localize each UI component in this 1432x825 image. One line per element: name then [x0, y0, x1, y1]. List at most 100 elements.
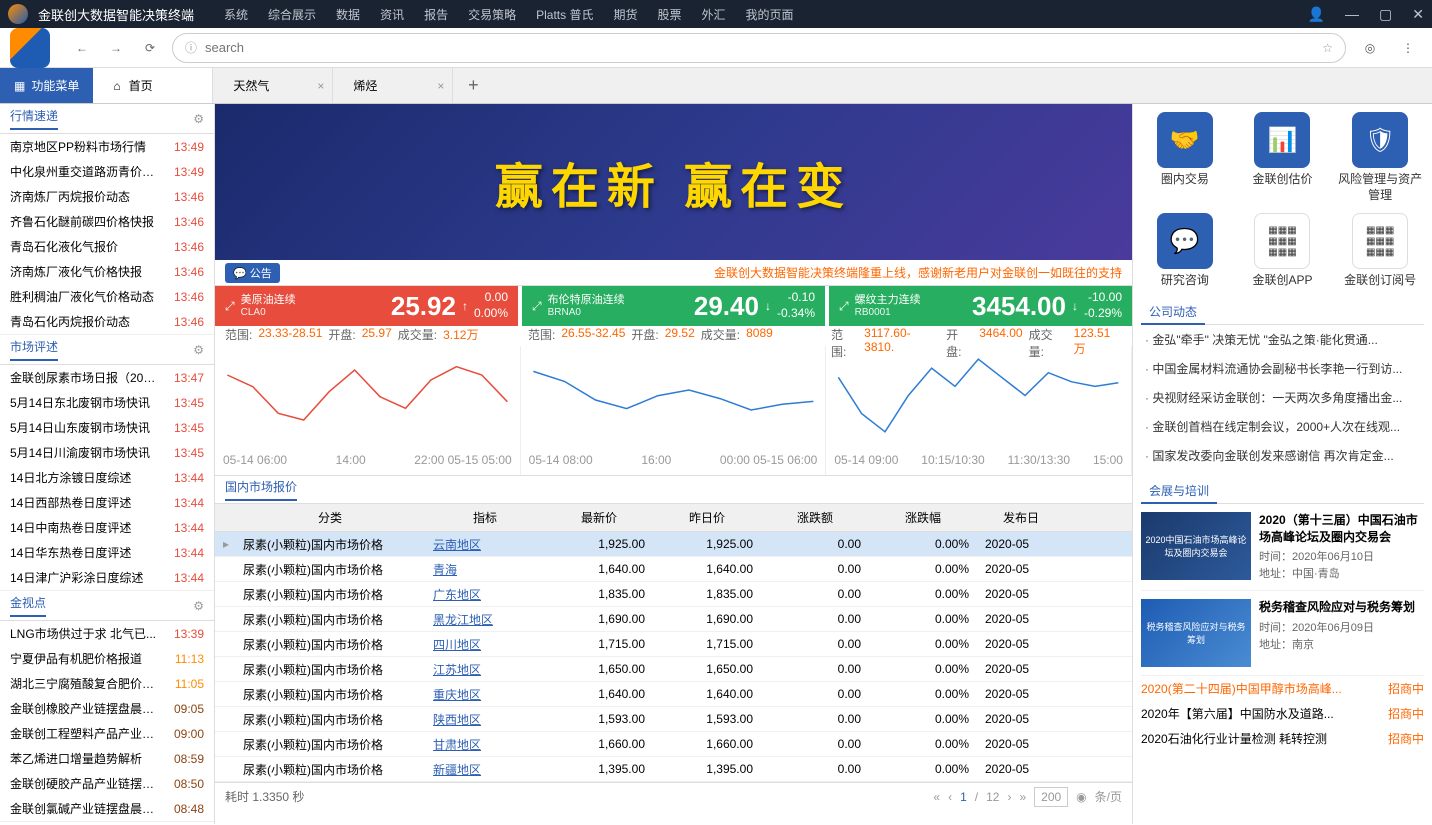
table-row[interactable]: 尿素(小颗粒)国内市场价格甘肃地区1,660.001,660.000.000.0… [215, 732, 1132, 757]
price-chart[interactable]: 05-14 08:0016:0000:00 05-15 06:00 [521, 346, 827, 475]
menu-item[interactable]: 数据 [336, 6, 360, 23]
company-news-tab[interactable]: 公司动态 [1141, 301, 1205, 325]
search-box[interactable]: ⓘ ☆ [172, 33, 1346, 63]
sidebar-item[interactable]: 14日华东热卷日度评述13:44 [0, 540, 214, 565]
quote-card[interactable]: ⤢美原油连续CLA025.92↑0.000.00% [215, 286, 518, 326]
sidebar-item[interactable]: 金联创硬胶产品产业链摆盘...08:50 [0, 771, 214, 796]
table-row[interactable]: 尿素(小颗粒)国内市场价格广东地区1,835.001,835.000.000.0… [215, 582, 1132, 607]
gear-icon[interactable]: ⚙ [193, 112, 204, 126]
menu-item[interactable]: Platts 普氏 [536, 6, 593, 23]
menu-item[interactable]: 交易策略 [468, 6, 516, 23]
announce-text[interactable]: 金联创大数据智能决策终端隆重上线，感谢新老用户对金联创一如既往的支持 [714, 264, 1122, 281]
cell-indicator-link[interactable]: 陕西地区 [433, 713, 481, 727]
table-row[interactable]: 尿素(小颗粒)国内市场价格新疆地区1,395.001,395.000.000.0… [215, 757, 1132, 782]
cell-indicator-link[interactable]: 甘肃地区 [433, 738, 481, 752]
new-tab-button[interactable]: + [453, 68, 493, 103]
gear-icon[interactable]: ⚙ [193, 343, 204, 357]
sidebar-item[interactable]: 湖北三宁腐殖酸复合肥价格...11:05 [0, 671, 214, 696]
sidebar-item[interactable]: 济南炼厂丙烷报价动态13:46 [0, 184, 214, 209]
price-chart[interactable]: 05-14 09:0010:15/10:3011:30/13:3015:00 [826, 346, 1132, 475]
table-row[interactable]: 尿素(小颗粒)国内市场价格青海1,640.001,640.000.000.00%… [215, 557, 1132, 582]
price-chart[interactable]: 05-14 06:0014:0022:00 05-15 05:00 [215, 346, 521, 475]
sidebar-item[interactable]: 14日津广沪彩涂日度综述13:44 [0, 565, 214, 590]
gear-icon[interactable]: ⚙ [193, 599, 204, 613]
expand-icon[interactable]: ⤢ [225, 299, 235, 314]
quote-card[interactable]: ⤢螺纹主力连续RB00013454.00↓-10.00-0.29% [829, 286, 1132, 326]
cell-indicator-link[interactable]: 新疆地区 [433, 763, 481, 777]
sidebar-item[interactable]: 金联创尿素市场日报（202...13:47 [0, 365, 214, 390]
table-row[interactable]: ▸尿素(小颗粒)国内市场价格云南地区1,925.001,925.000.000.… [215, 532, 1132, 557]
sidebar-item[interactable]: 宁夏伊品有机肥价格报道11:13 [0, 646, 214, 671]
table-row[interactable]: 尿素(小颗粒)国内市场价格江苏地区1,650.001,650.000.000.0… [215, 657, 1132, 682]
back-button[interactable]: ← [70, 36, 94, 60]
company-news-item[interactable]: 金弘"牵手" 决策无忧 "金弘之策·能化贯通... [1141, 325, 1424, 354]
table-row[interactable]: 尿素(小颗粒)国内市场价格陕西地区1,593.001,593.000.000.0… [215, 707, 1132, 732]
page-first[interactable]: « [933, 790, 940, 804]
menu-item[interactable]: 股票 [657, 6, 681, 23]
sidebar-item[interactable]: 苯乙烯进口增量趋势解析08:59 [0, 746, 214, 771]
sidebar-item[interactable]: 5月14日东北废钢市场快讯13:45 [0, 390, 214, 415]
company-news-item[interactable]: 国家发改委向金联创发来感谢信 再次肯定金... [1141, 441, 1424, 470]
menu-item[interactable]: 期货 [613, 6, 637, 23]
events-tab[interactable]: 会展与培训 [1141, 480, 1217, 504]
sidebar-item[interactable]: 中化泉州重交道路沥青价格...13:49 [0, 159, 214, 184]
page-prev[interactable]: ‹ [948, 790, 952, 804]
event-row[interactable]: 2020年【第六届】中国防水及道路...招商中 [1141, 701, 1424, 726]
sidebar-section-title[interactable]: 金视点 [10, 594, 46, 617]
maximize-button[interactable]: ▢ [1379, 6, 1392, 23]
sidebar-item[interactable]: 5月14日川渝废钢市场快讯13:45 [0, 440, 214, 465]
tab-close-icon[interactable]: × [437, 79, 444, 93]
event-row[interactable]: 2020石油化行业计量检测 耗转控测招商中 [1141, 726, 1424, 751]
sidebar-item[interactable]: 胜利稠油厂液化气价格动态13:46 [0, 284, 214, 309]
menu-item[interactable]: 综合展示 [268, 6, 316, 23]
sidebar-item[interactable]: 金联创工程塑料产品产业链...09:00 [0, 721, 214, 746]
tab[interactable]: ⌂首页 [93, 68, 213, 103]
cell-indicator-link[interactable]: 云南地区 [433, 538, 481, 552]
expand-icon[interactable]: ⤢ [839, 299, 849, 314]
tab[interactable]: 烯烃× [333, 68, 453, 103]
table-row[interactable]: 尿素(小颗粒)国内市场价格重庆地区1,640.001,640.000.000.0… [215, 682, 1132, 707]
company-news-item[interactable]: 央视财经采访金联创：一天两次多角度播出金... [1141, 383, 1424, 412]
company-news-item[interactable]: 金联创首档在线定制会议，2000+人次在线观... [1141, 412, 1424, 441]
table-row[interactable]: 尿素(小颗粒)国内市场价格四川地区1,715.001,715.000.000.0… [215, 632, 1132, 657]
sidebar-item[interactable]: 金联创橡胶产业链摆盘晨读...09:05 [0, 696, 214, 721]
menu-item[interactable]: 资讯 [380, 6, 404, 23]
sidebar-item[interactable]: 南京地区PP粉料市场行情13:49 [0, 134, 214, 159]
bookmark-icon[interactable]: ☆ [1322, 41, 1333, 55]
menu-item[interactable]: 系统 [224, 6, 248, 23]
menu-item[interactable]: 我的页面 [746, 6, 794, 23]
sidebar-item[interactable]: 14日中南热卷日度评述13:44 [0, 515, 214, 540]
close-button[interactable]: ✕ [1412, 6, 1424, 23]
event-card[interactable]: 税务稽查风险应对与税务筹划税务稽查风险应对与税务筹划时间：2020年06月09日… [1141, 591, 1424, 676]
company-news-item[interactable]: 中国金属材料流通协会副秘书长李艳一行到访... [1141, 354, 1424, 383]
tab-close-icon[interactable]: × [317, 79, 324, 93]
sidebar-item[interactable]: LNG市场供过于求 北气已...13:39 [0, 621, 214, 646]
cell-indicator-link[interactable]: 江苏地区 [433, 663, 481, 677]
user-icon[interactable]: 👤 [1308, 6, 1325, 23]
page-size[interactable]: 200 [1034, 787, 1068, 807]
service-card[interactable]: 🤝圈内交易 [1142, 112, 1228, 203]
cell-indicator-link[interactable]: 四川地区 [433, 638, 481, 652]
table-row[interactable]: 尿素(小颗粒)国内市场价格黑龙江地区1,690.001,690.000.000.… [215, 607, 1132, 632]
sidebar-item[interactable]: 济南炼厂液化气价格快报13:46 [0, 259, 214, 284]
more-button[interactable]: ⋮ [1394, 34, 1422, 62]
function-menu-button[interactable]: ▦ 功能菜单 [0, 68, 93, 103]
page-size-dropdown-icon[interactable]: ◉ [1076, 790, 1086, 804]
sidebar-item[interactable]: 青岛石化液化气报价13:46 [0, 234, 214, 259]
sidebar-section-title[interactable]: 市场评述 [10, 338, 58, 361]
market-tab[interactable]: 国内市场报价 [225, 478, 297, 501]
event-card[interactable]: 2020中国石油市场高峰论坛及圈内交易会2020（第十三届）中国石油市场高峰论坛… [1141, 504, 1424, 592]
sidebar-item[interactable]: 14日西部热卷日度评述13:44 [0, 490, 214, 515]
tab[interactable]: 天然气× [213, 68, 333, 103]
service-card[interactable]: 📊金联创估价 [1239, 112, 1325, 203]
service-card[interactable]: ▦▦▦▦▦▦▦▦▦金联创APP [1239, 213, 1325, 289]
page-last[interactable]: » [1019, 790, 1026, 804]
sidebar-item[interactable]: 5月14日山东废钢市场快讯13:45 [0, 415, 214, 440]
search-input[interactable] [205, 40, 1314, 55]
sidebar-item[interactable]: 金联创氯碱产业链摆盘晨读...08:48 [0, 796, 214, 821]
cell-indicator-link[interactable]: 青海 [433, 563, 457, 577]
page-next[interactable]: › [1007, 790, 1011, 804]
cell-indicator-link[interactable]: 重庆地区 [433, 688, 481, 702]
menu-item[interactable]: 外汇 [702, 6, 726, 23]
menu-item[interactable]: 报告 [424, 6, 448, 23]
